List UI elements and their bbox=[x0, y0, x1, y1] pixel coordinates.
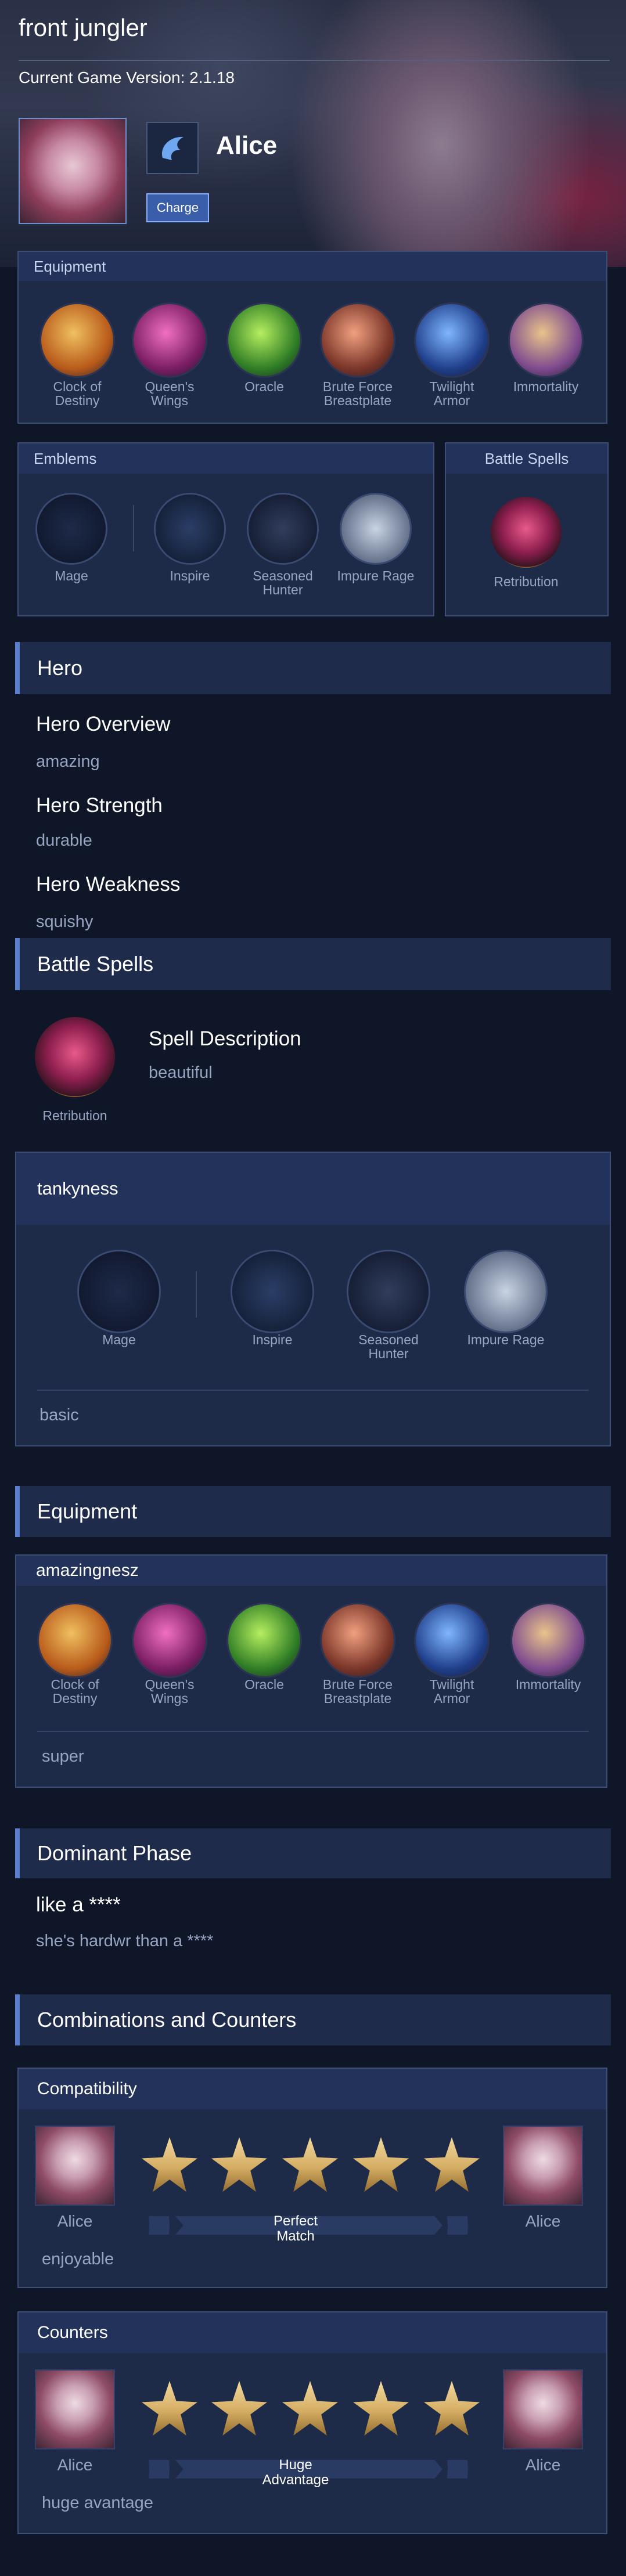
battle-spells-section-header: Battle Spells bbox=[15, 938, 611, 990]
seasoned-hunter-emblem-icon bbox=[249, 495, 317, 563]
emblem-set-note: basic bbox=[39, 1406, 79, 1424]
inspire-emblem-label: Inspire bbox=[252, 1332, 293, 1347]
clock-of-destiny-icon bbox=[39, 1604, 111, 1676]
hero-weakness-title: Hero Weakness bbox=[36, 873, 181, 896]
emblem-separator bbox=[133, 505, 134, 551]
retribution-spell-label: Retribution bbox=[494, 574, 559, 589]
battle-spells-panel-title: Battle Spells bbox=[446, 443, 607, 474]
oracle-icon bbox=[228, 304, 300, 376]
clock-of-destiny-label: Clock of Destiny bbox=[51, 1677, 99, 1706]
mage-emblem-label: Mage bbox=[55, 568, 88, 583]
brute-force-breastplate-icon bbox=[322, 304, 394, 376]
equipment-build-divider bbox=[37, 1731, 589, 1732]
seasoned-hunter-emblem-icon bbox=[348, 1251, 429, 1332]
equipment-panel-title: Equipment bbox=[19, 252, 606, 281]
counters-left-hero-portrait bbox=[35, 2369, 115, 2449]
immortality-icon bbox=[510, 304, 582, 376]
compatibility-left-hero-portrait bbox=[35, 2126, 115, 2206]
immortality-icon bbox=[512, 1604, 584, 1676]
impure-rage-emblem-icon bbox=[466, 1251, 546, 1332]
seasoned-hunter-emblem-label: Seasoned Hunter bbox=[358, 1332, 419, 1361]
compatibility-arrow-small bbox=[149, 2216, 170, 2235]
counters-arrow-small bbox=[149, 2460, 170, 2478]
hero-weakness-text: squishy bbox=[36, 912, 93, 931]
inspire-emblem-icon bbox=[232, 1251, 312, 1332]
hero-section-header: Hero bbox=[15, 642, 611, 694]
queens-wings-label: Queen's Wings bbox=[145, 379, 195, 408]
counters-title: Counters bbox=[19, 2312, 606, 2353]
equipment-build-title: amazingnesz bbox=[16, 1556, 606, 1586]
brute-force-breastplate-icon bbox=[322, 1604, 394, 1676]
spell-description-text: beautiful bbox=[149, 1063, 213, 1082]
retribution-spell-icon bbox=[491, 497, 562, 568]
compatibility-arrow-small-right bbox=[447, 2216, 468, 2235]
phase-heading: like a **** bbox=[36, 1893, 121, 1916]
dominant-phase-header: Dominant Phase bbox=[15, 1828, 611, 1878]
compatibility-right-hero-portrait bbox=[503, 2126, 583, 2206]
emblems-panel-title: Emblems bbox=[19, 443, 433, 474]
hero-overview-title: Hero Overview bbox=[36, 713, 171, 735]
twilight-armor-icon bbox=[416, 304, 488, 376]
equipment-section-header: Equipment bbox=[15, 1486, 611, 1537]
queens-wings-icon bbox=[134, 304, 206, 376]
page-title: front jungler bbox=[19, 14, 147, 41]
spell-description-title: Spell Description bbox=[149, 1027, 301, 1050]
compatibility-left-hero-name: Alice bbox=[57, 2212, 93, 2230]
title-divider bbox=[19, 60, 610, 61]
hero-name: Alice bbox=[216, 131, 278, 160]
immortality-label: Immortality bbox=[513, 379, 579, 394]
immortality-label: Immortality bbox=[515, 1677, 581, 1692]
emblem-set-title: tankyness bbox=[16, 1153, 610, 1225]
hero-overview-text: amazing bbox=[36, 752, 100, 771]
mage-emblem-icon bbox=[79, 1251, 159, 1332]
compatibility-title: Compatibility bbox=[19, 2069, 606, 2109]
combinations-section-header: Combinations and Counters bbox=[15, 1994, 611, 2045]
hero-strength-text: durable bbox=[36, 831, 92, 850]
compatibility-verdict: Perfect Match bbox=[273, 2213, 318, 2244]
impure-rage-emblem-label: Impure Rage bbox=[467, 1332, 545, 1347]
counters-note: huge avantage bbox=[42, 2494, 153, 2512]
impure-rage-emblem-label: Impure Rage bbox=[337, 568, 415, 583]
retribution-spell-name: Retribution bbox=[42, 1108, 107, 1123]
charge-button[interactable]: Charge bbox=[146, 193, 209, 222]
queens-wings-label: Queen's Wings bbox=[145, 1677, 195, 1706]
retribution-spell-large-icon bbox=[35, 1017, 115, 1097]
compatibility-note: enjoyable bbox=[42, 2250, 114, 2268]
phase-text: she's hardwr than a **** bbox=[36, 1932, 214, 1950]
counters-left-hero-name: Alice bbox=[57, 2456, 93, 2474]
oracle-icon bbox=[228, 1604, 300, 1676]
hero-portrait bbox=[19, 118, 127, 224]
game-version: Current Game Version: 2.1.18 bbox=[19, 68, 235, 86]
mage-emblem-label: Mage bbox=[102, 1332, 136, 1347]
twilight-armor-label: Twilight Armor bbox=[429, 1677, 474, 1706]
inspire-emblem-icon bbox=[156, 495, 224, 563]
retribution-icon bbox=[146, 122, 199, 174]
equipment-build-note: super bbox=[42, 1747, 84, 1766]
equipment-build-panel: amazingnesz super bbox=[15, 1554, 607, 1788]
twilight-armor-icon bbox=[416, 1604, 488, 1676]
counters-verdict: Huge Advantage bbox=[262, 2457, 329, 2488]
impure-rage-emblem-icon bbox=[341, 495, 410, 563]
emblem-set-divider bbox=[37, 1390, 589, 1391]
compatibility-right-hero-name: Alice bbox=[525, 2212, 561, 2230]
hero-strength-title: Hero Strength bbox=[36, 794, 163, 817]
queens-wings-icon bbox=[134, 1604, 206, 1676]
clock-of-destiny-icon bbox=[41, 304, 113, 376]
emblem-separator bbox=[196, 1271, 197, 1318]
counters-right-hero-portrait bbox=[503, 2369, 583, 2449]
counters-arrow-small-right bbox=[447, 2460, 468, 2478]
counters-right-hero-name: Alice bbox=[525, 2456, 561, 2474]
mage-emblem-icon bbox=[37, 495, 106, 563]
